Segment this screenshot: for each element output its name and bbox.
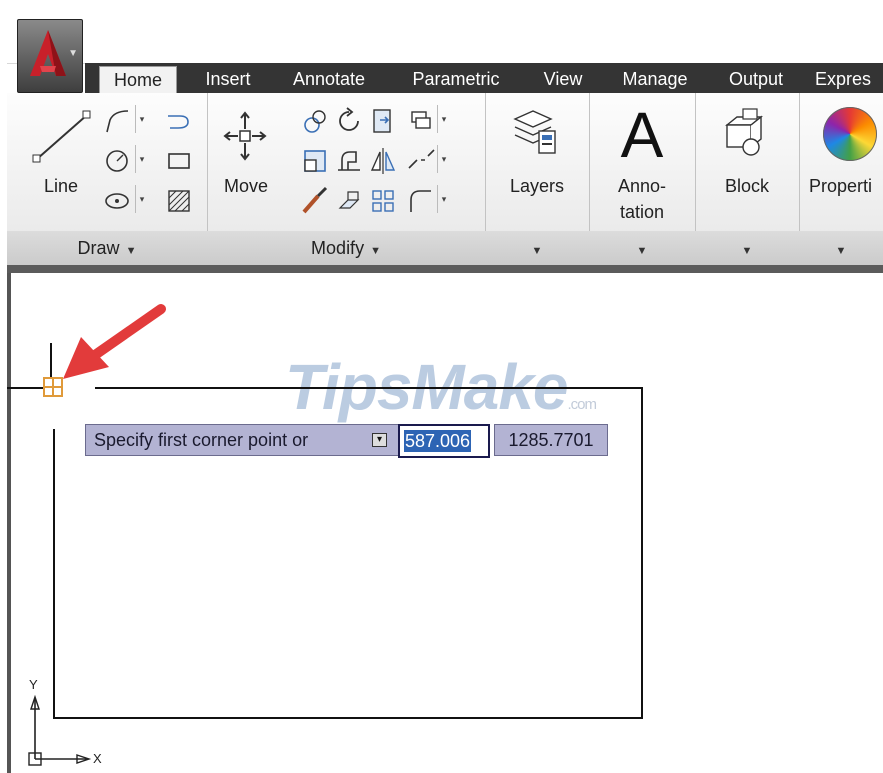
layers-panel: Layers ▼ bbox=[485, 93, 590, 265]
y-coordinate-input[interactable]: 1285.7701 bbox=[494, 424, 608, 456]
ribbon-tab-strip: Home Insert Annotate Parametric View Man… bbox=[85, 63, 883, 94]
spline-icon[interactable] bbox=[163, 105, 195, 137]
autocad-window: ▼ Home Insert Annotate Parametric View M… bbox=[7, 5, 883, 773]
draw-panel-title[interactable]: Draw ▼ bbox=[7, 231, 207, 265]
stretch-icon[interactable] bbox=[299, 145, 331, 177]
rectangle-icon[interactable] bbox=[163, 145, 195, 177]
modify-panel: Move ▾ ▾ ▾ Modify ▼ bbox=[207, 93, 486, 265]
ribbon-divider bbox=[7, 265, 883, 273]
rectangle-left-edge bbox=[53, 429, 55, 719]
tab-home[interactable]: Home bbox=[99, 66, 177, 94]
dynamic-input-prompt: Specify first corner point or ▾ bbox=[85, 424, 401, 456]
watermark-suffix: .com bbox=[567, 396, 597, 413]
block-button-label[interactable]: Block bbox=[695, 173, 799, 199]
tab-parametric[interactable]: Parametric bbox=[403, 66, 509, 93]
hatch-icon[interactable] bbox=[163, 185, 195, 217]
chevron-down-icon: ▼ bbox=[370, 245, 381, 257]
annotation-button-label-line2[interactable]: tation bbox=[589, 199, 695, 225]
explode-icon[interactable] bbox=[333, 185, 365, 217]
chevron-down-icon: ▼ bbox=[636, 245, 648, 257]
properties-color-wheel-icon[interactable] bbox=[823, 107, 877, 161]
application-menu-button[interactable]: ▼ bbox=[17, 19, 83, 93]
crosshair-vertical-top bbox=[50, 343, 52, 377]
chevron-down-icon: ▼ bbox=[835, 245, 847, 257]
properties-button-label[interactable]: Properti bbox=[809, 173, 883, 199]
break-icon[interactable] bbox=[405, 145, 437, 177]
draw-panel: Line ▾ ▾ ▾ Draw ▼ bbox=[7, 93, 208, 265]
modify-panel-label: Modify bbox=[311, 238, 365, 258]
modify-panel-title[interactable]: Modify ▼ bbox=[207, 231, 485, 265]
rectangle-bottom-edge bbox=[53, 717, 643, 719]
tab-manage[interactable]: Manage bbox=[613, 66, 697, 93]
line-button-label[interactable]: Line bbox=[33, 173, 89, 199]
array-stack-icon[interactable] bbox=[405, 105, 437, 137]
prompt-text: Specify first corner point or bbox=[94, 430, 309, 450]
circle-dropdown[interactable]: ▾ bbox=[135, 145, 148, 173]
tab-view[interactable]: View bbox=[533, 66, 593, 93]
line-icon[interactable] bbox=[29, 109, 93, 165]
rectangle-top-edge bbox=[95, 387, 643, 389]
canvas-left-edge bbox=[7, 273, 11, 773]
draw-panel-label: Draw bbox=[77, 238, 120, 258]
annotation-icon[interactable]: A bbox=[589, 99, 695, 171]
mirror-icon[interactable] bbox=[367, 145, 399, 177]
layers-panel-expander[interactable]: ▼ bbox=[485, 231, 589, 265]
chevron-down-icon: ▼ bbox=[125, 245, 137, 257]
annotation-panel: A Anno- tation ▼ bbox=[589, 93, 696, 265]
layers-icon[interactable] bbox=[511, 107, 559, 157]
red-arrow-icon bbox=[63, 304, 166, 379]
polyline-icon[interactable] bbox=[101, 105, 133, 137]
ribbon: Line ▾ ▾ ▾ Draw ▼ Move ▾ ▾ ▾ Modify ▼ La… bbox=[7, 93, 883, 266]
rectangle-right-edge bbox=[641, 387, 643, 719]
tab-insert[interactable]: Insert bbox=[193, 66, 263, 93]
chevron-down-icon: ▼ bbox=[531, 245, 543, 257]
ucs-x-label: X bbox=[93, 751, 102, 766]
array-dropdown[interactable]: ▾ bbox=[437, 105, 450, 133]
polyline-dropdown[interactable]: ▾ bbox=[135, 105, 148, 133]
tab-output[interactable]: Output bbox=[719, 66, 793, 93]
break-dropdown[interactable]: ▾ bbox=[437, 145, 450, 173]
down-arrow-options-icon[interactable]: ▾ bbox=[372, 433, 387, 447]
x-coordinate-value[interactable]: 587.006 bbox=[404, 430, 472, 452]
x-coordinate-input[interactable]: 587.006 bbox=[398, 424, 490, 458]
block-panel: Block ▼ bbox=[695, 93, 800, 265]
copy-icon[interactable] bbox=[299, 105, 331, 137]
block-panel-expander[interactable]: ▼ bbox=[695, 231, 799, 265]
move-button-label[interactable]: Move bbox=[217, 173, 275, 199]
rotate-icon[interactable] bbox=[333, 105, 365, 137]
move-icon[interactable] bbox=[223, 111, 267, 161]
title-bar bbox=[7, 5, 883, 64]
ellipse-icon[interactable] bbox=[101, 185, 133, 217]
autocad-logo-icon bbox=[30, 30, 66, 76]
chamfer-dropdown[interactable]: ▾ bbox=[437, 185, 450, 213]
circle-icon[interactable] bbox=[101, 145, 133, 177]
annotation-button-label-line1[interactable]: Anno- bbox=[589, 173, 695, 199]
ellipse-dropdown[interactable]: ▾ bbox=[135, 185, 148, 213]
block-icon[interactable] bbox=[723, 107, 771, 159]
fillet-icon[interactable] bbox=[333, 145, 365, 177]
layers-button-label[interactable]: Layers bbox=[485, 173, 589, 199]
chevron-down-icon: ▼ bbox=[68, 48, 78, 59]
properties-panel-expander[interactable]: ▼ bbox=[799, 231, 883, 265]
tab-annotate[interactable]: Annotate bbox=[281, 66, 377, 93]
rectangular-array-icon[interactable] bbox=[367, 185, 399, 217]
properties-panel: Properti ▼ bbox=[799, 93, 883, 265]
crosshair-horizontal-left bbox=[7, 387, 43, 389]
trim-icon[interactable] bbox=[367, 105, 399, 137]
chamfer-icon[interactable] bbox=[405, 185, 437, 217]
erase-icon[interactable] bbox=[299, 185, 331, 217]
tab-express[interactable]: Expres bbox=[815, 66, 883, 93]
annotation-panel-expander[interactable]: ▼ bbox=[589, 231, 695, 265]
ucs-y-label: Y bbox=[29, 677, 38, 692]
chevron-down-icon: ▼ bbox=[741, 245, 753, 257]
